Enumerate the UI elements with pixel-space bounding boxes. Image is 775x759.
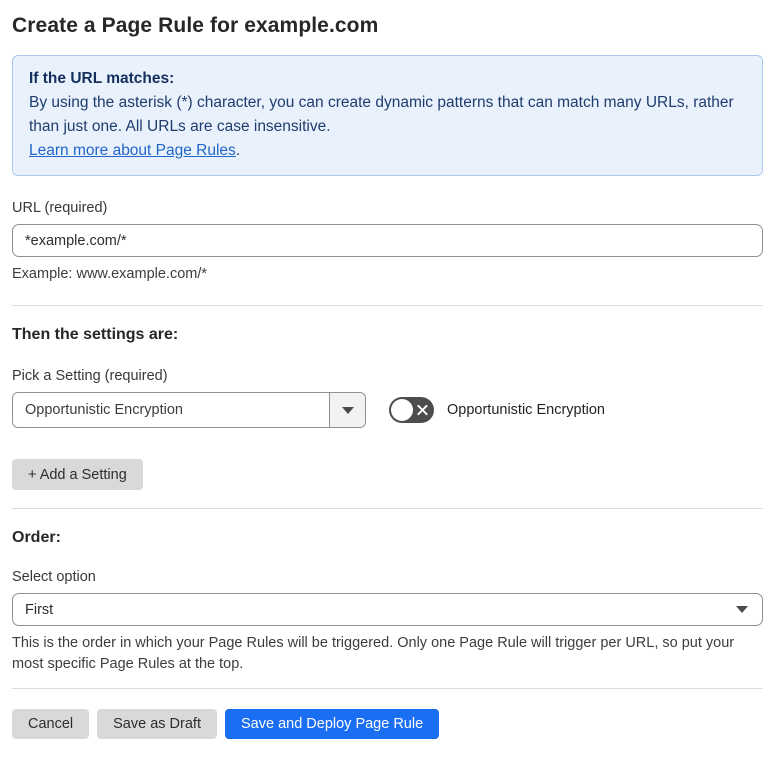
info-link-line: Learn more about Page Rules. <box>29 139 746 163</box>
learn-more-link[interactable]: Learn more about Page Rules <box>29 142 236 159</box>
setting-dropdown-value: Opportunistic Encryption <box>13 393 329 427</box>
toggle-setting-label: Opportunistic Encryption <box>447 402 605 418</box>
info-heading: If the URL matches: <box>29 70 175 87</box>
form-action-buttons: Cancel Save as Draft Save and Deploy Pag… <box>12 709 763 739</box>
create-page-rule-form: Create a Page Rule for example.com If th… <box>0 0 775 759</box>
add-setting-button[interactable]: + Add a Setting <box>12 459 143 490</box>
url-field-label: URL (required) <box>12 200 108 216</box>
url-input[interactable] <box>12 224 763 257</box>
settings-section-heading: Then the settings are: <box>12 326 179 343</box>
divider <box>12 305 763 306</box>
info-body-text: By using the asterisk (*) character, you… <box>29 94 734 135</box>
pick-setting-label: Pick a Setting (required) <box>12 368 168 384</box>
divider <box>12 508 763 509</box>
order-helper-text: This is the order in which your Page Rul… <box>12 635 735 672</box>
link-period: . <box>235 142 241 159</box>
setting-dropdown-arrow-button[interactable] <box>329 393 365 427</box>
order-section-heading: Order: <box>12 529 61 546</box>
chevron-down-icon <box>736 606 748 613</box>
cancel-button[interactable]: Cancel <box>12 709 90 739</box>
select-option-label: Select option <box>12 569 96 585</box>
save-as-draft-button[interactable]: Save as Draft <box>97 709 217 739</box>
setting-dropdown[interactable]: Opportunistic Encryption <box>12 392 366 428</box>
url-matches-info-callout: If the URL matches: By using the asteris… <box>12 55 763 176</box>
url-example-helper: Example: www.example.com/* <box>12 266 208 282</box>
chevron-down-icon <box>341 406 354 414</box>
setting-picker-block: Pick a Setting (required) Opportunistic … <box>12 368 763 428</box>
order-select-value: First <box>25 601 54 618</box>
order-select[interactable]: First <box>12 593 763 626</box>
toggle-x-icon <box>417 404 428 416</box>
order-select-block: Select option First This is the order in… <box>12 569 763 675</box>
page-title: Create a Page Rule for example.com <box>12 14 379 37</box>
divider <box>12 688 763 689</box>
toggle-knob <box>391 399 413 421</box>
setting-picker-row: Opportunistic Encryption Opportunistic E… <box>12 392 763 428</box>
save-and-deploy-button[interactable]: Save and Deploy Page Rule <box>224 709 440 739</box>
opportunistic-encryption-toggle[interactable] <box>389 397 434 423</box>
